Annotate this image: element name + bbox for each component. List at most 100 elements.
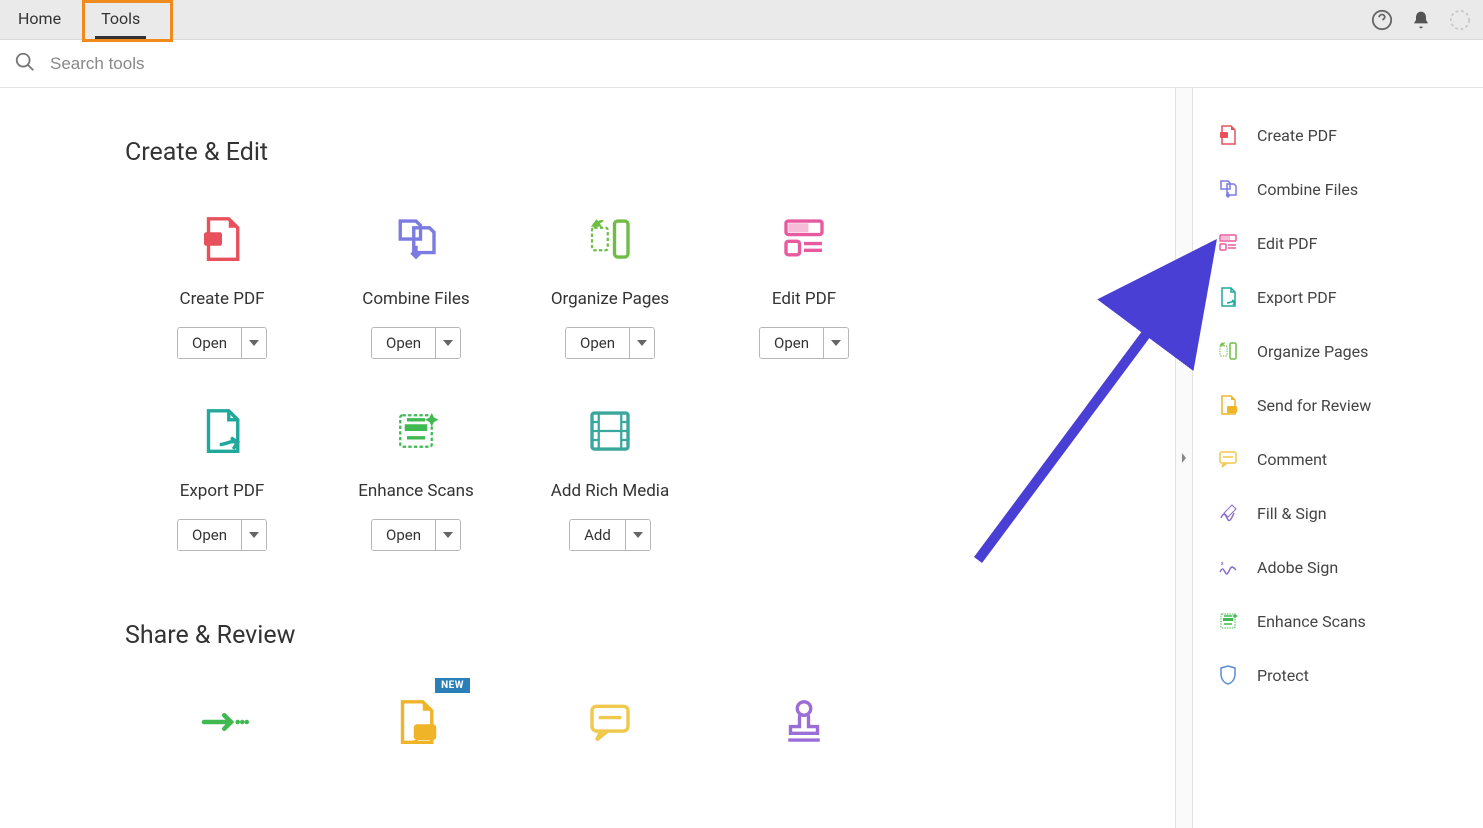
tool-tile-rich-media[interactable]: Add Rich Media Add [513, 399, 707, 551]
fill-sign-icon [1215, 500, 1241, 526]
sidepanel-item-edit-pdf[interactable]: Edit PDF [1209, 216, 1467, 270]
tool-tile-edit-pdf[interactable]: Edit PDF Open [707, 207, 901, 359]
chevron-down-icon[interactable] [436, 520, 460, 550]
tab-tools[interactable]: Tools [95, 1, 146, 39]
tool-label: Edit PDF [772, 289, 836, 309]
tool-action-label: Open [178, 520, 242, 550]
tool-action-label: Open [760, 328, 824, 358]
chevron-down-icon[interactable] [630, 328, 654, 358]
main-panel: Create & Edit Create PDFOpenCombine File… [0, 88, 1175, 828]
search-icon [14, 51, 36, 77]
tool-tile-compare[interactable] [125, 812, 319, 828]
comment-icon [578, 690, 642, 754]
tool-tile-comment[interactable] [513, 690, 707, 772]
tool-action-button[interactable]: Open [759, 327, 849, 359]
create-pdf-icon [190, 207, 254, 271]
sidepanel-label: Combine Files [1257, 180, 1358, 199]
side-panel: Create PDF Combine Files Edit PDF Export PD… [1193, 88, 1483, 828]
tool-label: Create PDF [180, 289, 265, 309]
help-icon[interactable] [1371, 9, 1393, 31]
sidepanel-item-fill-sign[interactable]: Fill & Sign [1209, 486, 1467, 540]
send-review-icon [1215, 392, 1241, 418]
sidepanel-item-create-pdf[interactable]: Create PDF [1209, 108, 1467, 162]
panel-collapse-gutter[interactable] [1175, 88, 1193, 828]
tool-action-button[interactable]: Open [177, 327, 267, 359]
tool-tile-combine-files[interactable]: Combine Files Open [319, 207, 513, 359]
compare-icon [190, 812, 254, 828]
sidepanel-label: Create PDF [1257, 126, 1337, 145]
top-bar: Home Tools [0, 0, 1483, 40]
bell-icon[interactable] [1411, 10, 1431, 30]
section-title-create-edit: Create & Edit [125, 138, 1085, 167]
sidepanel-label: Organize Pages [1257, 342, 1368, 361]
rich-media-icon [578, 399, 642, 463]
tool-tile-enhance-scans[interactable]: Enhance Scans Open [319, 399, 513, 551]
tool-label: Enhance Scans [358, 481, 474, 501]
enhance-scans-icon [1215, 608, 1241, 634]
new-badge: NEW [435, 678, 470, 693]
stamp-icon [772, 690, 836, 754]
svg-text:x: x [1221, 561, 1224, 567]
tool-tile-send-review[interactable]: NEW [319, 690, 513, 772]
chevron-down-icon[interactable] [824, 328, 848, 358]
search-input[interactable] [50, 54, 650, 74]
protect-icon [1215, 662, 1241, 688]
sidepanel-label: Fill & Sign [1257, 504, 1327, 523]
sidepanel-label: Protect [1257, 666, 1309, 685]
comment-icon [1215, 446, 1241, 472]
tool-tile-create-pdf[interactable]: Create PDF Open [125, 207, 319, 359]
sidepanel-label: Export PDF [1257, 288, 1337, 307]
tool-action-button[interactable]: Open [371, 327, 461, 359]
edit-pdf-icon [1215, 230, 1241, 256]
tool-action-label: Open [372, 328, 436, 358]
export-pdf-icon [190, 399, 254, 463]
search-bar [0, 40, 1483, 88]
activity-icon[interactable] [1449, 9, 1471, 31]
tool-action-label: Open [566, 328, 630, 358]
enhance-scans-icon [384, 399, 448, 463]
sidepanel-label: Enhance Scans [1257, 612, 1366, 631]
sidepanel-item-combine-files[interactable]: Combine Files [1209, 162, 1467, 216]
tool-label: Add Rich Media [551, 481, 669, 501]
tool-tile-share[interactable] [125, 690, 319, 772]
chevron-down-icon[interactable] [626, 520, 650, 550]
sidepanel-item-comment[interactable]: Comment [1209, 432, 1467, 486]
sidepanel-label: Adobe Sign [1257, 558, 1338, 577]
tab-strip: Home Tools [12, 1, 146, 39]
sidepanel-item-organize-pages[interactable]: Organize Pages [1209, 324, 1467, 378]
tool-action-button[interactable]: Open [177, 519, 267, 551]
combine-files-icon [1215, 176, 1241, 202]
tool-action-button[interactable]: Open [565, 327, 655, 359]
share-icon [190, 690, 254, 754]
chevron-down-icon[interactable] [242, 328, 266, 358]
tool-label: Combine Files [362, 289, 469, 309]
tool-tile-stamp[interactable] [707, 690, 901, 772]
sidepanel-label: Send for Review [1257, 396, 1371, 415]
tool-label: Organize Pages [551, 289, 669, 309]
tool-action-button[interactable]: Add [569, 519, 651, 551]
combine-files-icon [384, 207, 448, 271]
sidepanel-item-protect[interactable]: Protect [1209, 648, 1467, 702]
tool-action-button[interactable]: Open [371, 519, 461, 551]
tab-home[interactable]: Home [12, 1, 67, 39]
tool-tile-organize-pages[interactable]: Organize Pages Open [513, 207, 707, 359]
sidepanel-item-send-review[interactable]: Send for Review [1209, 378, 1467, 432]
tool-action-label: Open [372, 520, 436, 550]
sidepanel-item-enhance-scans[interactable]: Enhance Scans [1209, 594, 1467, 648]
sidepanel-item-adobe-sign[interactable]: x Adobe Sign [1209, 540, 1467, 594]
chevron-down-icon[interactable] [242, 520, 266, 550]
adobe-sign-icon: x [1215, 554, 1241, 580]
send-review-icon: NEW [384, 690, 448, 754]
section-title-share-review: Share & Review [125, 621, 1085, 650]
tool-action-label: Open [178, 328, 242, 358]
edit-pdf-icon [772, 207, 836, 271]
sidepanel-label: Comment [1257, 450, 1327, 469]
sidepanel-label: Edit PDF [1257, 234, 1318, 253]
export-pdf-icon [1215, 284, 1241, 310]
tool-action-label: Add [570, 520, 626, 550]
organize-pages-icon [1215, 338, 1241, 364]
create-pdf-icon [1215, 122, 1241, 148]
chevron-down-icon[interactable] [436, 328, 460, 358]
tool-tile-export-pdf[interactable]: Export PDFOpen [125, 399, 319, 551]
sidepanel-item-export-pdf[interactable]: Export PDF [1209, 270, 1467, 324]
